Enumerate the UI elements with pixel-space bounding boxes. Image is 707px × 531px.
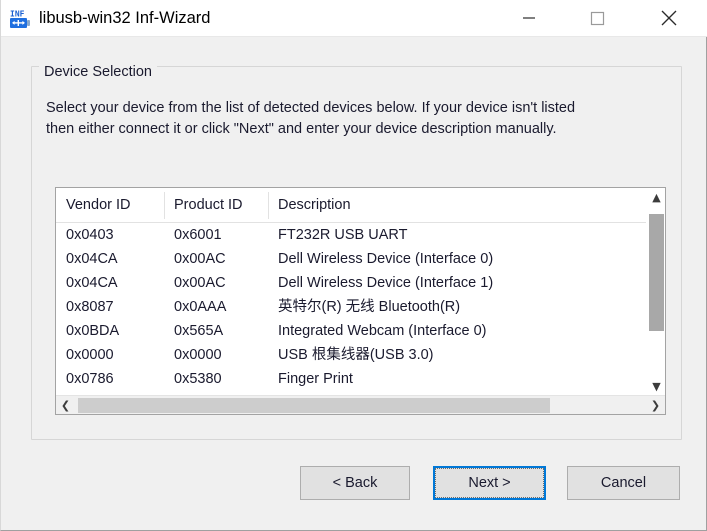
cell-description: USB 根集线器(USB 3.0): [278, 347, 434, 363]
column-header-vendor-id[interactable]: Vendor ID: [56, 188, 164, 223]
horizontal-scrollbar[interactable]: ❮ ❯: [56, 395, 665, 414]
cancel-button[interactable]: Cancel: [567, 466, 680, 500]
cell-vendor-id: 0x04CA: [66, 251, 118, 267]
cell-description: Dell Wireless Device (Interface 1): [278, 275, 494, 291]
scroll-down-button[interactable]: ▼: [647, 377, 665, 396]
svg-text:INF: INF: [10, 10, 25, 19]
cell-description: FT232R USB UART: [278, 227, 408, 243]
scroll-left-button[interactable]: ❮: [56, 396, 75, 414]
table-row[interactable]: 0x04CA 0x00AC Dell Wireless Device (Inte…: [56, 271, 647, 295]
vertical-scroll-thumb[interactable]: [649, 214, 664, 331]
device-rows: 0x0403 0x6001 FT232R USB UART 0x04CA 0x0…: [56, 223, 647, 396]
chevron-left-icon: ❮: [60, 399, 71, 412]
cell-vendor-id: 0x0BDA: [66, 323, 120, 339]
cell-description: 英特尔(R) 无线 Bluetooth(R): [278, 299, 461, 315]
cell-vendor-id: 0x8087: [66, 299, 114, 315]
table-row[interactable]: 0x8087 0x0AAA 英特尔(R) 无线 Bluetooth(R): [56, 295, 647, 319]
cell-description: Dell Wireless Device (Interface 0): [278, 251, 494, 267]
maximize-icon: [590, 11, 605, 26]
list-header-row: Vendor ID Product ID Description: [56, 188, 647, 223]
chevron-down-icon: ▼: [652, 380, 661, 393]
horizontal-scroll-thumb[interactable]: [78, 398, 550, 413]
column-header-description[interactable]: Description: [268, 188, 647, 223]
cell-vendor-id: 0x0786: [66, 371, 114, 387]
cell-vendor-id: 0x0000: [66, 347, 114, 363]
scroll-right-button[interactable]: ❯: [646, 396, 665, 414]
scroll-up-button[interactable]: ▲: [647, 188, 665, 207]
inf-wizard-window: INF libusb-win32 Inf-Wizard Device Selec…: [0, 0, 707, 531]
cell-product-id: 0x0AAA: [174, 299, 227, 315]
back-button[interactable]: < Back: [300, 466, 410, 500]
cell-product-id: 0x6001: [174, 227, 222, 243]
cell-description: Finger Print: [278, 371, 353, 387]
cell-vendor-id: 0x04CA: [66, 275, 118, 291]
cell-product-id: 0x565A: [174, 323, 224, 339]
cell-product-id: 0x5380: [174, 371, 222, 387]
next-button[interactable]: Next >: [433, 466, 546, 500]
title-bar: INF libusb-win32 Inf-Wizard: [1, 0, 707, 37]
next-button-label: Next >: [435, 468, 544, 498]
instruction-text: Select your device from the list of dete…: [46, 98, 666, 140]
cell-product-id: 0x00AC: [174, 251, 226, 267]
close-button[interactable]: [646, 0, 692, 36]
groupbox-legend: Device Selection: [39, 64, 157, 81]
cell-product-id: 0x00AC: [174, 275, 226, 291]
inf-usb-icon: INF: [9, 8, 31, 30]
column-header-product-id[interactable]: Product ID: [164, 188, 268, 223]
instruction-line-1: Select your device from the list of dete…: [46, 100, 576, 116]
device-list[interactable]: Vendor ID Product ID Description 0x0403 …: [55, 187, 666, 415]
close-icon: [661, 10, 677, 26]
minimize-icon: [523, 17, 535, 19]
window-title: libusb-win32 Inf-Wizard: [39, 9, 211, 27]
maximize-button[interactable]: [574, 0, 620, 36]
vertical-scrollbar[interactable]: ▲ ▼: [646, 188, 665, 396]
table-row[interactable]: 0x0403 0x6001 FT232R USB UART: [56, 223, 647, 247]
table-row[interactable]: 0x0BDA 0x565A Integrated Webcam (Interfa…: [56, 319, 647, 343]
cell-vendor-id: 0x0403: [66, 227, 114, 243]
cell-description: Integrated Webcam (Interface 0): [278, 323, 487, 339]
chevron-up-icon: ▲: [652, 191, 661, 204]
cell-product-id: 0x0000: [174, 347, 222, 363]
instruction-line-2: then either connect it or click "Next" a…: [46, 121, 557, 137]
minimize-button[interactable]: [506, 0, 552, 36]
chevron-right-icon: ❯: [650, 399, 661, 412]
table-row[interactable]: 0x04CA 0x00AC Dell Wireless Device (Inte…: [56, 247, 647, 271]
table-row[interactable]: 0x0786 0x5380 Finger Print: [56, 367, 647, 391]
table-row[interactable]: 0x0000 0x0000 USB 根集线器(USB 3.0): [56, 343, 647, 367]
